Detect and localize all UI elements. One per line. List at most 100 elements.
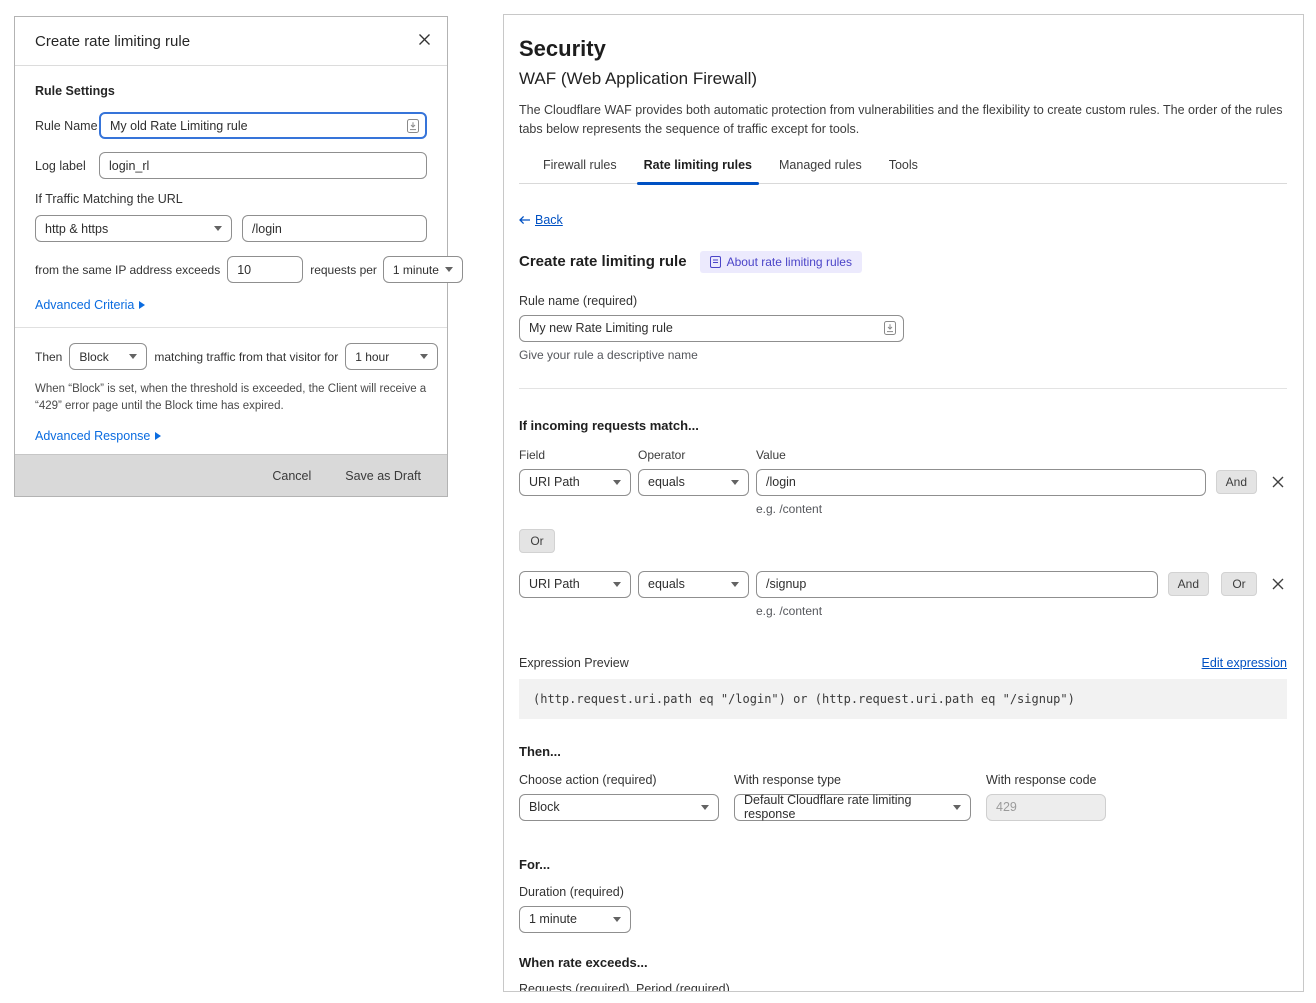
action-column: Choose action (required) Block xyxy=(519,773,719,821)
value-input[interactable] xyxy=(756,469,1206,496)
dialog-body: Rule Settings Rule Name Log label If Tra… xyxy=(15,66,447,488)
value-input-wrap xyxy=(756,571,1158,598)
caret-down-icon xyxy=(731,480,739,485)
rule-name-input[interactable] xyxy=(99,112,427,139)
page-subtitle: WAF (Web Application Firewall) xyxy=(519,69,1287,89)
threshold-requests-input[interactable] xyxy=(227,256,303,283)
threshold-period-select[interactable]: 1 minute xyxy=(383,256,463,283)
caret-down-icon xyxy=(613,480,621,485)
tab-rate-limiting-rules[interactable]: Rate limiting rules xyxy=(641,158,755,183)
advanced-response-link[interactable]: Advanced Response xyxy=(35,429,161,443)
remove-condition-icon[interactable] xyxy=(1269,575,1287,593)
url-input-wrap xyxy=(242,215,427,242)
rule-settings-heading: Rule Settings xyxy=(35,84,427,98)
match-section-heading: If incoming requests match... xyxy=(519,418,1287,433)
create-rule-heading: Create rate limiting rule xyxy=(519,253,687,270)
autofill-icon[interactable] xyxy=(884,321,896,335)
about-rate-limiting-badge[interactable]: About rate limiting rules xyxy=(700,251,862,273)
operator-select[interactable]: equals xyxy=(638,469,749,496)
then-controls-row: Choose action (required) Block With resp… xyxy=(519,773,1287,821)
tab-firewall-rules[interactable]: Firewall rules xyxy=(540,158,620,183)
rule-name-block: Rule name (required) Give your rule a de… xyxy=(519,294,1287,362)
action-select[interactable]: Block xyxy=(69,343,147,370)
advanced-response-label: Advanced Response xyxy=(35,429,150,443)
or-button[interactable]: Or xyxy=(1221,572,1257,596)
close-icon[interactable] xyxy=(416,31,433,48)
value-column-label: Value xyxy=(756,448,786,462)
then-section-heading: Then... xyxy=(519,744,1287,759)
field-select[interactable]: URI Path xyxy=(519,571,631,598)
response-type-column: With response type Default Cloudflare ra… xyxy=(734,773,971,821)
duration-select[interactable]: 1 minute xyxy=(519,906,631,933)
rule-name-row: Rule Name xyxy=(35,112,427,139)
divider xyxy=(519,388,1287,389)
back-row: Back xyxy=(519,212,1287,230)
response-code-label: With response code xyxy=(986,773,1106,787)
rate-labels-row: Requests (required) Period (required) xyxy=(519,982,1287,993)
scheme-select[interactable]: http & https xyxy=(35,215,232,242)
expression-preview-label: Expression Preview xyxy=(519,656,629,670)
action-select-value: Block xyxy=(79,350,108,364)
for-section-heading: For... xyxy=(519,857,1287,872)
advanced-criteria-link[interactable]: Advanced Criteria xyxy=(35,298,145,312)
or-button[interactable]: Or xyxy=(519,529,555,553)
then-row: Then Block matching traffic from that vi… xyxy=(35,343,427,370)
log-label-row: Log label xyxy=(35,152,427,179)
traffic-match-label: If Traffic Matching the URL xyxy=(35,192,427,206)
field-column-label: Field xyxy=(519,448,638,462)
or-row: Or xyxy=(519,529,1287,553)
autofill-icon[interactable] xyxy=(407,119,419,133)
response-type-select[interactable]: Default Cloudflare rate limiting respons… xyxy=(734,794,971,821)
threshold-middle-label: requests per xyxy=(310,263,377,277)
rule-name-input-wrap xyxy=(519,315,904,342)
operator-column-label: Operator xyxy=(638,448,756,462)
log-label-input[interactable] xyxy=(99,152,427,179)
value-input[interactable] xyxy=(756,571,1158,598)
threshold-row: from the same IP address exceeds request… xyxy=(35,256,427,283)
and-button[interactable]: And xyxy=(1168,572,1209,596)
triangle-right-icon xyxy=(139,301,145,309)
edit-expression-link[interactable]: Edit expression xyxy=(1202,656,1287,670)
rule-name-label: Rule Name xyxy=(35,119,99,133)
choose-action-value: Block xyxy=(529,800,560,814)
response-type-label: With response type xyxy=(734,773,971,787)
rule-name-helper: Give your rule a descriptive name xyxy=(519,348,1287,362)
caret-down-icon xyxy=(445,267,453,272)
choose-action-select[interactable]: Block xyxy=(519,794,719,821)
tab-tools[interactable]: Tools xyxy=(886,158,921,183)
caret-down-icon xyxy=(214,226,222,231)
block-note-text: When “Block” is set, when the threshold … xyxy=(35,381,427,416)
back-label: Back xyxy=(535,213,563,227)
back-link[interactable]: Back xyxy=(519,213,563,227)
url-input[interactable] xyxy=(242,215,427,242)
operator-select-value: equals xyxy=(648,577,685,591)
duration-label: Duration (required) xyxy=(519,885,1287,899)
condition-row: URI Path equals And Or xyxy=(519,571,1287,598)
block-duration-select[interactable]: 1 hour xyxy=(345,343,438,370)
triangle-right-icon xyxy=(155,432,161,440)
caret-down-icon xyxy=(953,805,961,810)
advanced-criteria-label: Advanced Criteria xyxy=(35,298,134,312)
field-select-value: URI Path xyxy=(529,475,580,489)
expression-code: (http.request.uri.path eq "/login") or (… xyxy=(519,679,1287,719)
operator-select[interactable]: equals xyxy=(638,571,749,598)
choose-action-label: Choose action (required) xyxy=(519,773,719,787)
dialog-title: Create rate limiting rule xyxy=(35,33,190,50)
block-duration-value: 1 hour xyxy=(355,350,389,364)
rule-name-label: Rule name (required) xyxy=(519,294,1287,308)
caret-down-icon xyxy=(129,354,137,359)
caret-down-icon xyxy=(701,805,709,810)
and-button[interactable]: And xyxy=(1216,470,1257,494)
condition-column-labels: Field Operator Value xyxy=(519,448,1287,462)
expression-preview-row: Expression Preview Edit expression xyxy=(519,656,1287,670)
rule-name-input[interactable] xyxy=(519,315,904,342)
threshold-period-value: 1 minute xyxy=(393,263,439,277)
cancel-button[interactable]: Cancel xyxy=(272,469,311,483)
caret-down-icon xyxy=(420,354,428,359)
remove-condition-icon[interactable] xyxy=(1269,473,1287,491)
tab-managed-rules[interactable]: Managed rules xyxy=(776,158,865,183)
log-label-input-wrap xyxy=(99,152,427,179)
field-select[interactable]: URI Path xyxy=(519,469,631,496)
duration-value: 1 minute xyxy=(529,912,577,926)
save-as-draft-button[interactable]: Save as Draft xyxy=(345,469,421,483)
